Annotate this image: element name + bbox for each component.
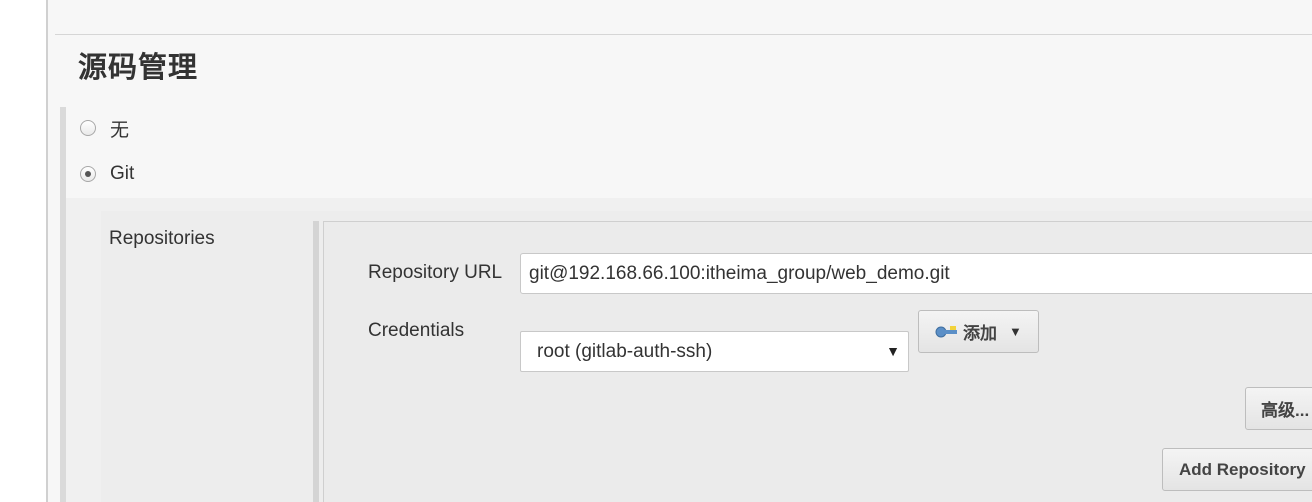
radio-git-label: Git [110,163,135,184]
add-repository-button[interactable]: Add Repository [1162,448,1312,491]
repository-url-input[interactable] [520,253,1312,294]
advanced-button-label: 高级... [1261,401,1310,420]
dropdown-arrow-icon: ▼ [886,343,900,359]
repository-url-label: Repository URL [368,262,503,283]
advanced-button[interactable]: 高级... [1245,387,1312,430]
section-title: 源码管理 [78,52,199,84]
left-margin [0,0,46,502]
add-credentials-label: 添加 [963,324,997,343]
add-repository-label: Add Repository [1179,459,1306,479]
credentials-select[interactable]: root (gitlab-auth-ssh) ▼ [520,331,909,372]
credentials-selected-value: root (gitlab-auth-ssh) [537,341,713,362]
radio-none[interactable] [80,120,96,136]
add-credentials-button[interactable]: 添加 ▼ [918,310,1039,353]
credentials-label: Credentials [368,320,465,341]
scm-option-none[interactable]: 无 [80,116,130,141]
repository-group-bar [313,221,319,502]
repositories-label: Repositories [109,228,215,249]
radio-git[interactable] [80,166,96,182]
key-icon [935,325,959,339]
section-divider [55,34,1312,35]
scm-option-git[interactable]: Git [80,162,134,186]
caret-down-icon: ▼ [1009,324,1022,339]
radio-none-label: 无 [110,119,130,141]
